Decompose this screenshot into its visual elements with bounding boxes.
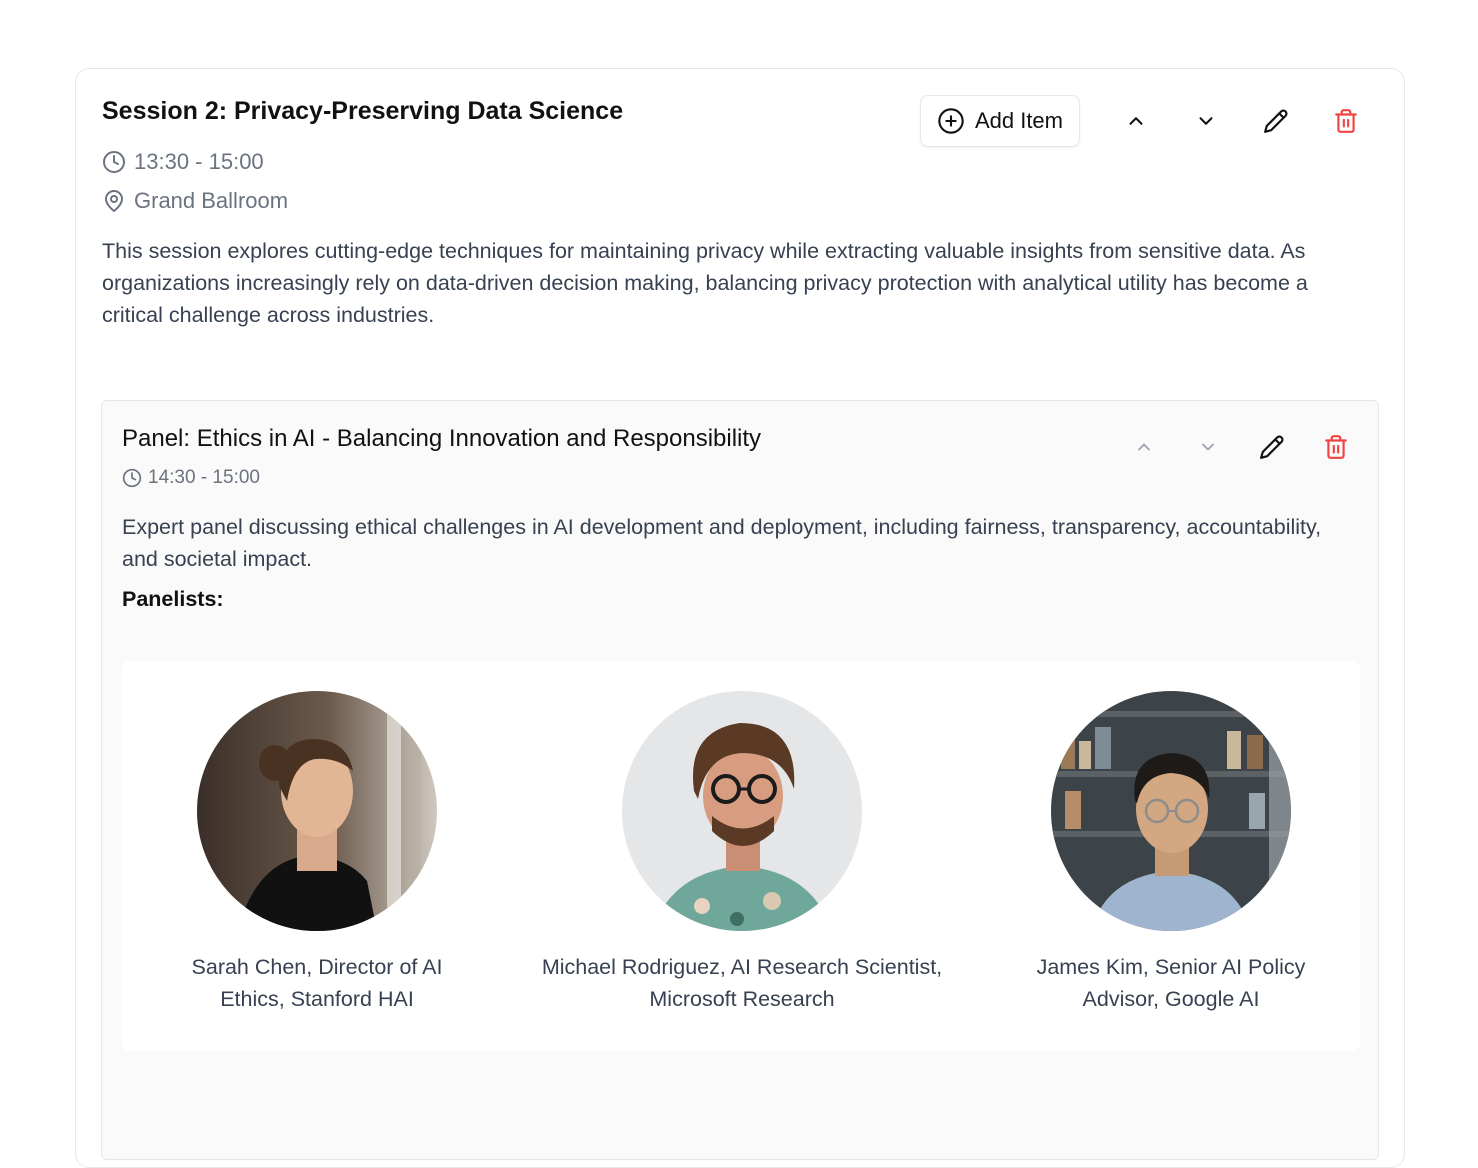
- pencil-icon: [1260, 435, 1284, 459]
- panelist-avatar: [197, 691, 437, 931]
- panel-delete-button[interactable]: [1310, 423, 1362, 471]
- move-down-button[interactable]: [1178, 95, 1234, 147]
- edit-session-button[interactable]: [1248, 95, 1304, 147]
- panelist-name: Sarah Chen, Director of AI Ethics, Stanf…: [191, 955, 443, 1011]
- panel-move-down-button[interactable]: [1182, 423, 1234, 471]
- panelists-grid: Sarah Chen, Director of AI Ethics, Stanf…: [122, 661, 1360, 1051]
- panelist-name: Michael Rodriguez, AI Research Scientist…: [541, 955, 943, 1011]
- session-location: Grand Ballroom: [102, 188, 288, 214]
- plus-circle-icon: [938, 108, 964, 134]
- session-toolbar: Add Item: [919, 95, 1374, 147]
- panelist-avatar: [1051, 691, 1291, 931]
- add-item-label: Add Item: [974, 108, 1063, 133]
- map-pin-icon: [105, 190, 123, 212]
- panel-move-up-button[interactable]: [1118, 423, 1170, 471]
- panel-edit-button[interactable]: [1246, 423, 1298, 471]
- session-time: 13:30 - 15:00: [102, 149, 264, 175]
- delete-session-button[interactable]: [1318, 95, 1374, 147]
- panel-time-text: 14:30 - 15:00: [148, 467, 260, 488]
- panelist-avatar: [622, 691, 862, 931]
- session-description: This session explores cutting-edge techn…: [102, 239, 1308, 327]
- panelist-card: James Kim, Senior AI Policy Advisor, Goo…: [956, 691, 1386, 1015]
- panel-item-card: Panel: Ethics in AI - Balancing Innovati…: [101, 400, 1379, 1160]
- panel-description: Expert panel discussing ethical challeng…: [122, 515, 1322, 571]
- chevron-up-icon: [1129, 117, 1143, 125]
- clock-icon: [103, 151, 125, 173]
- panel-toolbar: [1106, 423, 1362, 471]
- add-item-button[interactable]: Add Item: [919, 95, 1080, 147]
- chevron-down-icon: [1202, 443, 1214, 451]
- panel-title: Panel: Ethics in AI - Balancing Innovati…: [122, 425, 762, 452]
- chevron-down-icon: [1199, 117, 1213, 125]
- session-title: Session 2: Privacy-Preserving Data Scien…: [102, 97, 624, 125]
- panelist-card: Michael Rodriguez, AI Research Scientist…: [527, 691, 957, 1015]
- move-up-button[interactable]: [1108, 95, 1164, 147]
- session-card: Session 2: Privacy-Preserving Data Scien…: [75, 68, 1405, 1168]
- clock-icon: [122, 468, 142, 488]
- panelist-name: James Kim, Senior AI Policy Advisor, Goo…: [1036, 955, 1306, 1011]
- trash-icon: [1325, 435, 1347, 459]
- trash-icon: [1335, 109, 1357, 133]
- panelist-card: Sarah Chen, Director of AI Ethics, Stanf…: [102, 691, 532, 1015]
- panel-time: 14:30 - 15:00: [122, 467, 260, 489]
- pencil-icon: [1264, 109, 1288, 133]
- panelists-heading: Panelists:: [122, 587, 224, 611]
- session-location-text: Grand Ballroom: [134, 188, 289, 213]
- chevron-up-icon: [1138, 443, 1150, 451]
- session-time-text: 13:30 - 15:00: [134, 149, 264, 174]
